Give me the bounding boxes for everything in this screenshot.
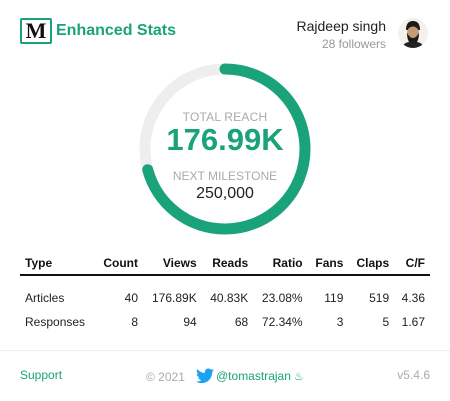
next-milestone-value: 250,000 (196, 185, 254, 202)
table-cell: 3 (336, 315, 344, 329)
user-profile[interactable]: Rajdeep singh 28 followers (296, 18, 428, 51)
table-row: Responses 8 94 68 72.34% 3 5 1.67 (20, 310, 430, 334)
avatar[interactable] (398, 18, 428, 48)
total-reach-value: 176.99K (166, 122, 284, 157)
column-header[interactable]: Reads (201, 252, 254, 276)
app-title: Enhanced Stats (56, 22, 177, 39)
reach-gauge: TOTAL REACH 176.99K NEXT MILESTONE 250,0… (139, 63, 311, 235)
table-cell: 176.89K (151, 291, 197, 305)
table-cell: 68 (234, 315, 249, 329)
twitter-handle: @tomastrajan (216, 369, 291, 383)
reach-text: TOTAL REACH 176.99K NEXT MILESTONE 250,0… (139, 63, 311, 235)
twitter-icon (196, 368, 214, 384)
twitter-link[interactable]: @tomastrajan ♨ (196, 368, 304, 384)
column-header[interactable]: Claps (348, 252, 395, 276)
table-cell: 119 (324, 291, 344, 305)
table-header-row: Type Count Views Reads Ratio Fans Claps … (20, 252, 430, 276)
stats-table: Type Count Views Reads Ratio Fans Claps … (20, 252, 430, 334)
table-cell: 94 (183, 315, 197, 329)
footer: Support © 2021 @tomastrajan ♨ v5.4.6 (0, 350, 450, 401)
table-cell: Responses (25, 315, 86, 329)
table-cell: 8 (131, 315, 139, 329)
coffee-icon: ♨ (293, 370, 304, 383)
table-cell: 23.08% (261, 291, 303, 305)
table-cell: 72.34% (261, 315, 303, 329)
table-cell: Articles (25, 291, 65, 305)
header: M Enhanced Stats Rajdeep singh 28 follow… (0, 0, 450, 62)
user-followers: 28 followers (321, 37, 386, 51)
column-header[interactable]: Count (95, 252, 144, 276)
support-link[interactable]: Support (20, 368, 62, 382)
user-avatar-icon (398, 18, 428, 48)
column-header[interactable]: Views (143, 252, 202, 276)
table-row: Articles 40 176.89K 40.83K 23.08% 119 51… (20, 275, 430, 310)
table-cell: 4.36 (401, 291, 425, 305)
user-name: Rajdeep singh (296, 18, 386, 34)
table-cell: 40 (124, 291, 139, 305)
table-cell: 519 (369, 291, 390, 305)
column-header[interactable]: Fans (307, 252, 349, 276)
table-cell: 1.67 (401, 315, 425, 329)
table-cell: 5 (382, 315, 390, 329)
logo-letter: M (25, 18, 47, 43)
version: v5.4.6 (397, 368, 430, 382)
brand[interactable]: M Enhanced Stats (20, 18, 176, 44)
column-header[interactable]: C/F (394, 252, 430, 276)
next-milestone-label: NEXT MILESTONE (172, 169, 278, 183)
column-header[interactable]: Type (20, 252, 96, 276)
copyright: © 2021 (146, 370, 185, 384)
user-info: Rajdeep singh 28 followers (296, 18, 386, 51)
column-header[interactable]: Ratio (253, 252, 308, 276)
table-cell: 40.83K (210, 291, 249, 305)
medium-logo-icon: M (20, 18, 52, 44)
